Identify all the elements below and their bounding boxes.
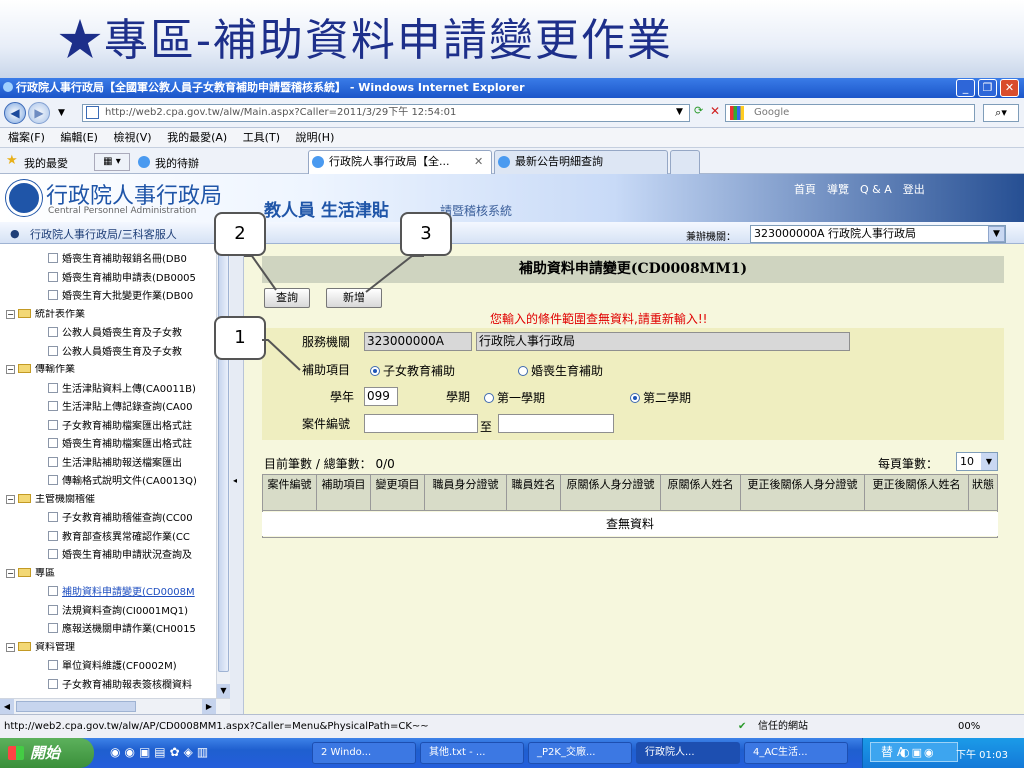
callout-1-pointer [262,339,301,371]
zoom-level[interactable]: 00% [958,715,980,739]
task-ac[interactable]: 4_AC生活... [744,742,848,764]
callout-pointers [244,255,424,371]
task-p2k[interactable]: _P2K_交廠... [528,742,632,764]
clock: 下午 01:03 [956,750,1008,761]
status-url: http://web2.cpa.gov.tw/alw/AP/CD0008MM1.… [4,721,429,732]
windows-logo-icon [8,746,24,760]
tray-icons[interactable]: ◐▣◉ [900,746,936,759]
quicklaunch-icons[interactable]: ◉◉▣▤✿◈▥ [110,745,212,759]
task-ie[interactable]: 行政院人... [636,742,740,764]
task-windows[interactable]: 2 Windo... [312,742,416,764]
task-notepad[interactable]: 其他.txt - ... [420,742,524,764]
callout-2-pointer [244,255,277,291]
trusted-zone: 信任的網站 [758,721,808,732]
check-icon: ✔ [738,721,747,732]
status-bar: http://web2.cpa.gov.tw/alw/AP/CD0008MM1.… [0,714,1024,738]
callout-3-pointer [365,255,424,293]
